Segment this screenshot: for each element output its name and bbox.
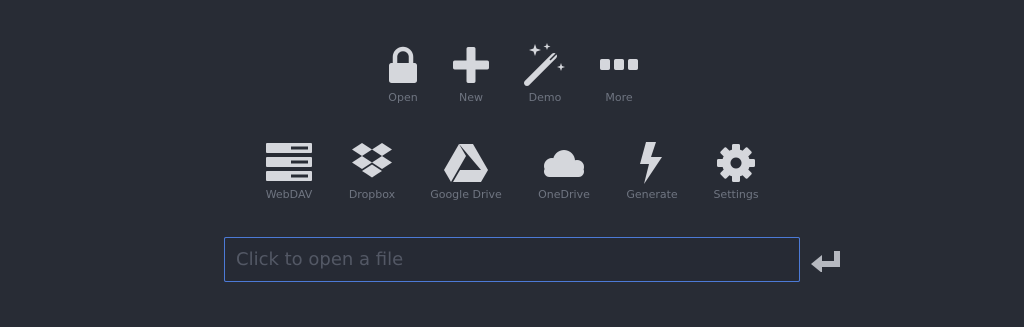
generate-button[interactable]: Generate	[622, 140, 682, 201]
onedrive-label: OneDrive	[538, 188, 590, 201]
dropbox-label: Dropbox	[348, 188, 396, 201]
settings-label: Settings	[713, 188, 759, 201]
ellipsis-icon	[589, 43, 649, 89]
google-drive-button[interactable]: Google Drive	[426, 140, 506, 201]
onedrive-cloud-icon	[534, 140, 594, 186]
google-drive-label: Google Drive	[430, 188, 502, 201]
enter-return-icon	[811, 251, 840, 272]
server-icon	[259, 140, 319, 186]
more-label: More	[605, 91, 633, 104]
dropbox-button[interactable]: Dropbox	[342, 140, 402, 201]
webdav-button[interactable]: WebDAV	[259, 140, 319, 201]
open-label: Open	[388, 91, 418, 104]
google-drive-icon	[436, 140, 496, 186]
file-path-input[interactable]	[224, 237, 800, 282]
settings-button[interactable]: Settings	[706, 140, 766, 201]
enter-button[interactable]	[808, 246, 844, 276]
magic-wand-icon	[515, 43, 575, 89]
open-button[interactable]: Open	[373, 43, 433, 104]
more-button[interactable]: More	[589, 43, 649, 104]
new-button[interactable]: New	[441, 43, 501, 104]
plus-icon	[441, 43, 501, 89]
lock-icon	[373, 43, 433, 89]
lightning-bolt-icon	[622, 140, 682, 186]
dropbox-icon	[342, 140, 402, 186]
demo-label: Demo	[528, 91, 562, 104]
new-label: New	[459, 91, 483, 104]
generate-label: Generate	[626, 188, 678, 201]
gear-icon	[706, 140, 766, 186]
demo-button[interactable]: Demo	[515, 43, 575, 104]
webdav-label: WebDAV	[265, 188, 313, 201]
onedrive-button[interactable]: OneDrive	[534, 140, 594, 201]
